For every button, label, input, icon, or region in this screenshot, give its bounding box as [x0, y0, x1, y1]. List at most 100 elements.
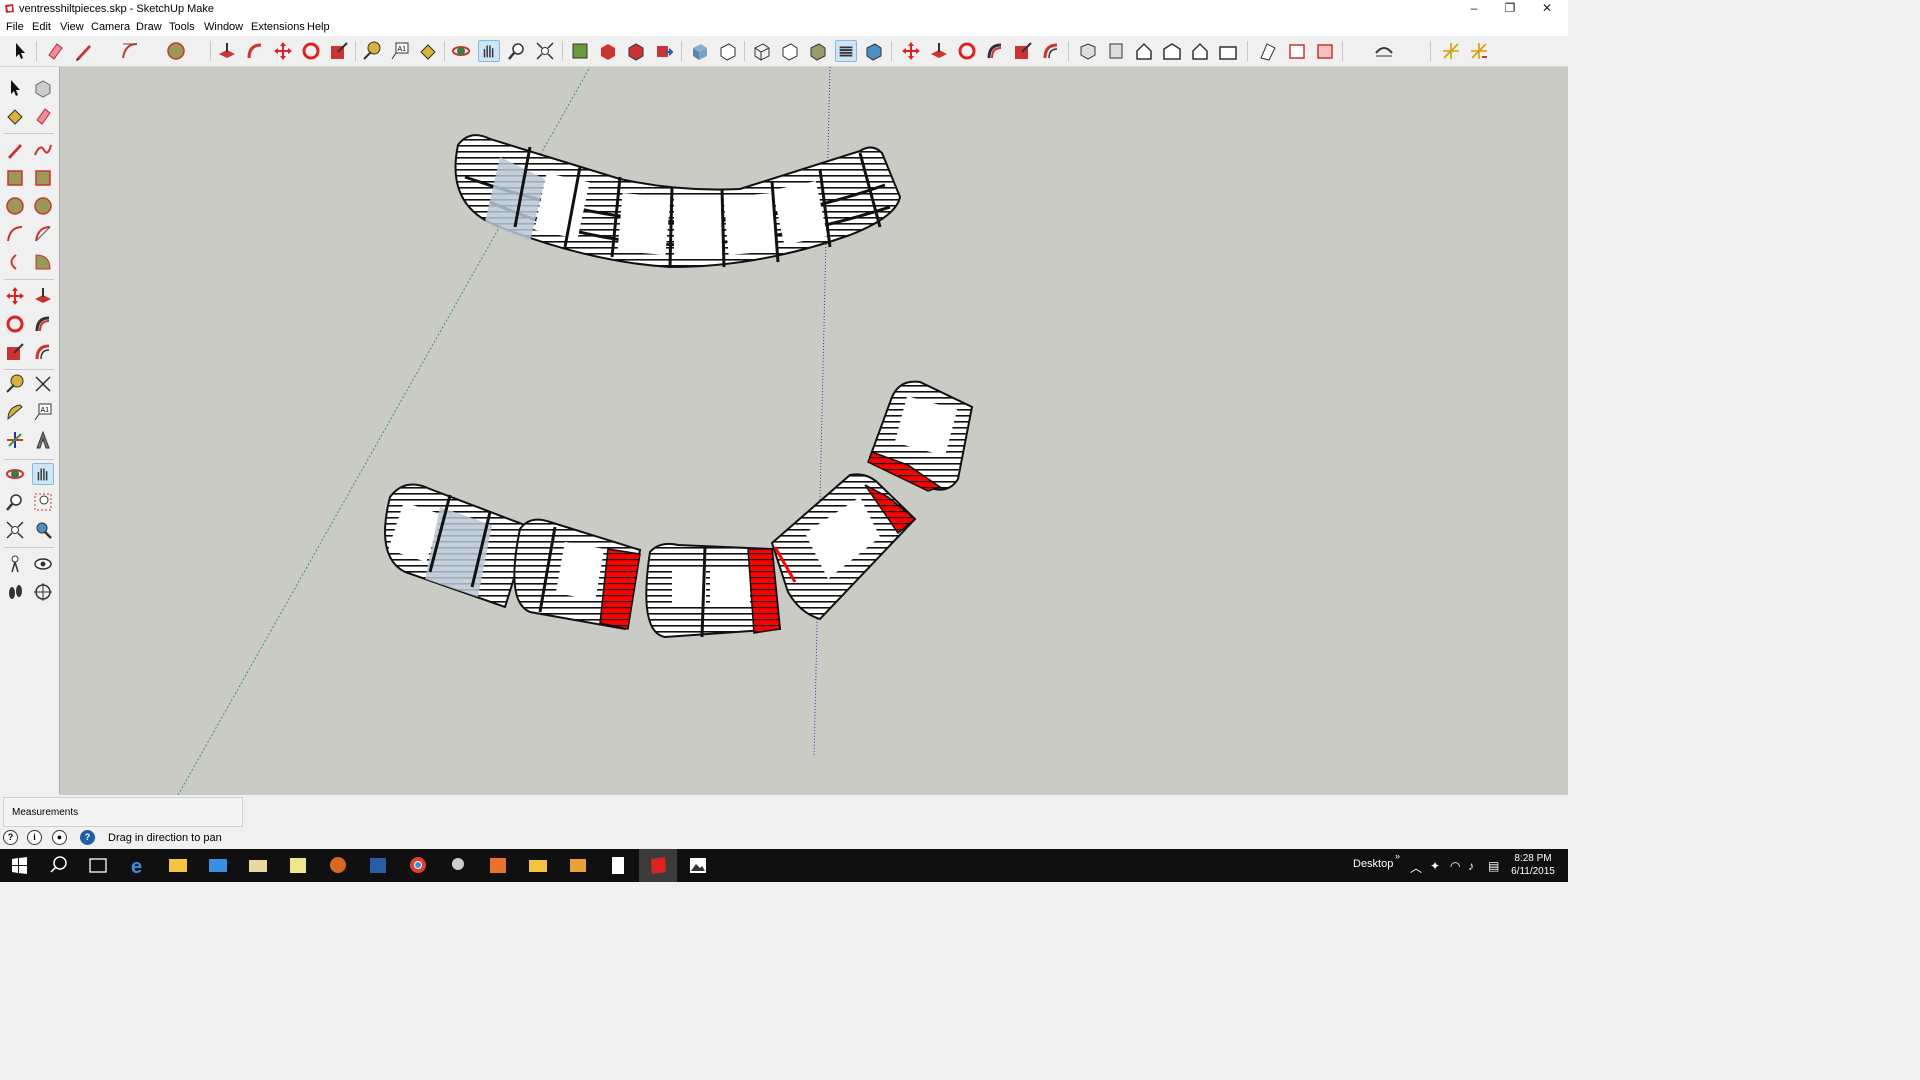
wifi-icon[interactable]: ◠ [1450, 859, 1460, 873]
get-models-icon[interactable] [597, 40, 619, 62]
rotate-icon[interactable] [956, 40, 978, 62]
dimension-icon[interactable] [32, 373, 54, 395]
paint-bucket-icon[interactable] [417, 40, 439, 62]
media-icon[interactable] [359, 849, 397, 882]
line-icon[interactable] [4, 139, 26, 161]
hilt-piece-1[interactable] [384, 483, 532, 609]
select-icon[interactable] [4, 77, 26, 99]
orbit-icon[interactable] [4, 463, 26, 485]
pan-icon[interactable] [478, 40, 500, 62]
user-icon[interactable]: ● [52, 830, 67, 845]
hilt-piece-3[interactable] [645, 542, 782, 639]
measurements-box[interactable]: Measurements [3, 797, 243, 827]
action-center-icon[interactable]: ▤ [1488, 859, 1499, 873]
shaded-textures-icon[interactable] [835, 40, 857, 62]
hidden-line-icon[interactable] [779, 40, 801, 62]
back-view-icon[interactable] [1189, 40, 1211, 62]
display-section-planes-icon[interactable] [1286, 40, 1308, 62]
search-icon[interactable] [40, 849, 78, 882]
pan-icon[interactable] [32, 463, 54, 485]
text-icon[interactable]: A1 [389, 40, 411, 62]
paint-bucket-icon[interactable] [4, 105, 26, 127]
menu-edit[interactable]: Edit [32, 21, 51, 33]
push-pull-icon[interactable] [928, 40, 950, 62]
hilt-piece-5[interactable] [867, 380, 974, 492]
credits-icon[interactable]: i [27, 830, 42, 845]
shadows-icon[interactable] [1468, 40, 1490, 62]
basketball-icon[interactable] [319, 849, 357, 882]
front-view-icon[interactable] [1133, 40, 1155, 62]
arc-icon[interactable] [119, 40, 141, 62]
xray-icon[interactable] [689, 40, 711, 62]
tape-measure-icon[interactable] [4, 373, 26, 395]
iso-view-icon[interactable] [1077, 40, 1099, 62]
rectangle-icon[interactable] [4, 167, 26, 189]
help-icon[interactable]: ? [80, 830, 95, 845]
photos-icon[interactable] [679, 849, 717, 882]
edge-icon[interactable]: e [119, 849, 157, 882]
orbit-icon[interactable] [450, 40, 472, 62]
3d-warehouse-icon[interactable] [569, 40, 591, 62]
sketchup-icon[interactable] [639, 849, 677, 882]
scale-icon[interactable] [4, 341, 26, 363]
menu-help[interactable]: Help [307, 21, 330, 33]
eraser-icon[interactable] [44, 40, 66, 62]
hilt-piece-4[interactable] [770, 473, 917, 621]
follow-me-icon[interactable] [244, 40, 266, 62]
section-plane-icon[interactable] [1257, 40, 1279, 62]
top-view-icon[interactable] [1105, 40, 1127, 62]
move-icon[interactable] [272, 40, 294, 62]
model-canvas[interactable] [60, 67, 1568, 795]
select-icon[interactable] [9, 40, 31, 62]
circle-icon[interactable] [4, 195, 26, 217]
rotate-icon[interactable] [4, 313, 26, 335]
back-edges-icon[interactable] [717, 40, 739, 62]
chevron-right-icon[interactable]: » [1395, 851, 1400, 861]
two-point-arc-icon[interactable] [32, 223, 54, 245]
3d-text-icon[interactable] [32, 429, 54, 451]
wireframe-icon[interactable] [751, 40, 773, 62]
three-point-arc-icon[interactable] [4, 251, 26, 273]
drawing-viewport[interactable] [60, 67, 1568, 795]
follow-me-icon[interactable] [984, 40, 1006, 62]
display-section-cuts-icon[interactable] [1314, 40, 1336, 62]
axes-icon[interactable] [4, 429, 26, 451]
component-icon[interactable] [32, 77, 54, 99]
eraser-icon[interactable] [32, 105, 54, 127]
offset-icon[interactable] [1040, 40, 1062, 62]
hilt-piece-2[interactable] [513, 518, 642, 631]
folder-icon[interactable] [519, 849, 557, 882]
sun-icon[interactable] [1440, 40, 1462, 62]
monochrome-icon[interactable] [863, 40, 885, 62]
zoom-window-icon[interactable] [32, 491, 54, 513]
video-icon[interactable] [559, 849, 597, 882]
scale-icon[interactable] [1012, 40, 1034, 62]
start-icon[interactable] [0, 849, 38, 882]
tape-measure-icon[interactable] [361, 40, 383, 62]
shaded-icon[interactable] [807, 40, 829, 62]
menu-window[interactable]: Window [204, 21, 243, 33]
follow-me-icon[interactable] [32, 313, 54, 335]
chrome-icon[interactable] [399, 849, 437, 882]
sticky-notes-icon[interactable] [279, 849, 317, 882]
folder-icon[interactable] [239, 849, 277, 882]
restore-button[interactable]: ❐ [1492, 0, 1528, 18]
task-view-icon[interactable] [79, 849, 117, 882]
menu-file[interactable]: File [6, 21, 24, 33]
left-view-icon[interactable] [1217, 40, 1239, 62]
user-app-icon[interactable] [439, 849, 477, 882]
menu-extensions[interactable]: Extensions [251, 21, 305, 33]
arc-icon[interactable] [4, 223, 26, 245]
zoom-extents-icon[interactable] [4, 519, 26, 541]
scale-icon[interactable] [328, 40, 350, 62]
menu-tools[interactable]: Tools [169, 21, 195, 33]
desktop-toolbar-label[interactable]: Desktop [1353, 858, 1393, 870]
polygon-icon[interactable] [32, 195, 54, 217]
protractor-icon[interactable] [4, 401, 26, 423]
push-pull-icon[interactable] [32, 285, 54, 307]
section-plane-icon[interactable] [32, 581, 54, 603]
calculator-icon[interactable] [599, 849, 637, 882]
volume-icon[interactable]: ♪ [1468, 859, 1474, 873]
previous-view-icon[interactable] [32, 519, 54, 541]
file-explorer-icon[interactable] [159, 849, 197, 882]
